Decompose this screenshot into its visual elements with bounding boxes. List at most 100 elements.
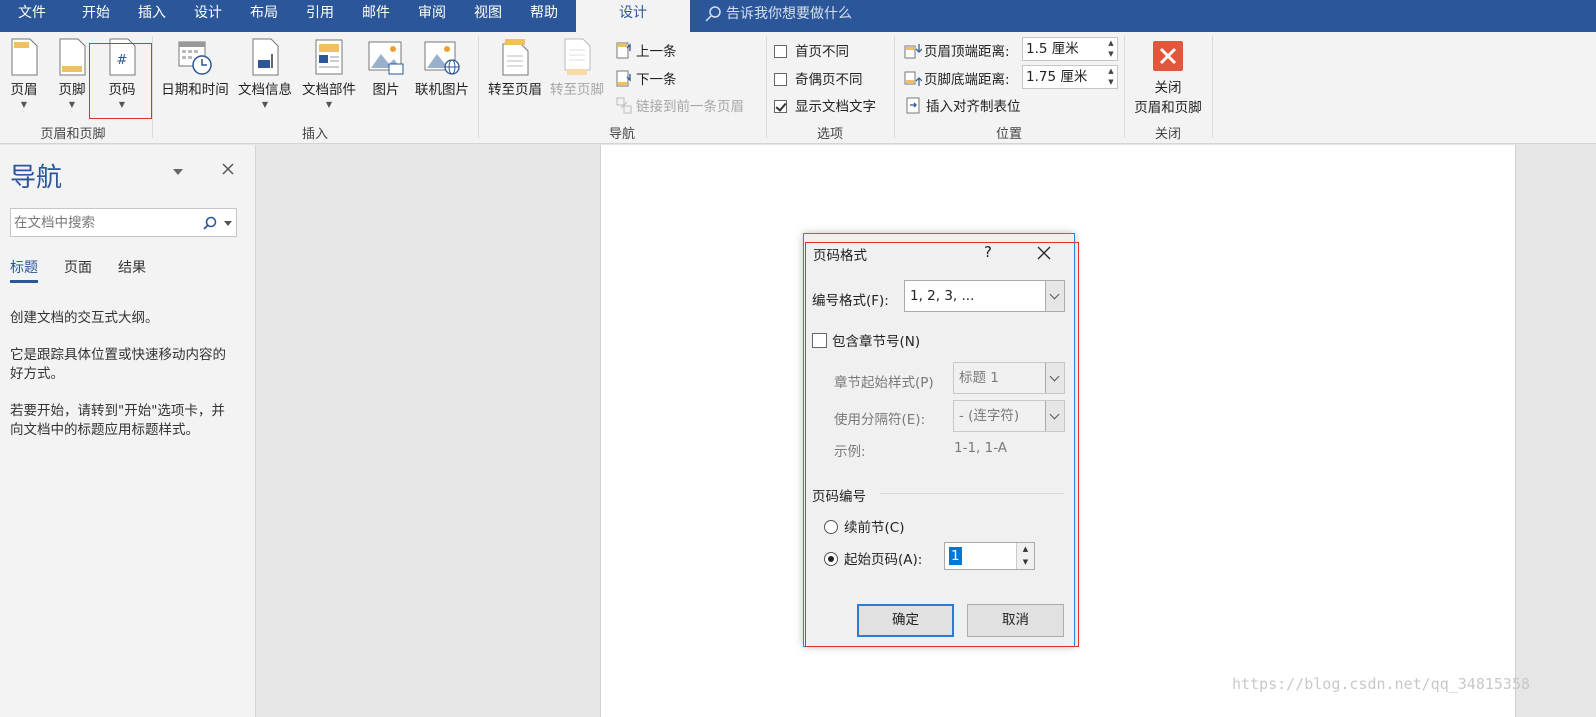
tab-help[interactable]: 帮助 [514, 0, 574, 32]
alignment-tab-icon [906, 97, 920, 114]
chapter-style-label: 章节起始样式(P) [834, 375, 934, 391]
quick-parts-button[interactable]: 文档部件 ▼ [298, 38, 360, 110]
nav-search-input[interactable] [11, 209, 191, 236]
dialog-close-button[interactable] [1037, 246, 1051, 264]
chapter-style-select[interactable]: 标题 1 [953, 362, 1065, 394]
insert-alignment-tab-button[interactable]: 插入对齐制表位 [906, 95, 1021, 115]
nav-tab-headings[interactable]: 标题 [10, 257, 38, 283]
header-top-distance-spinner[interactable]: 1.5 厘米 ▲ ▼ [1022, 37, 1118, 61]
chevron-down-icon: ▼ [68, 100, 76, 109]
link-icon [616, 97, 632, 114]
tab-mailings[interactable]: 邮件 [346, 0, 406, 32]
different-odd-even-checkbox[interactable]: 奇偶页不同 [774, 68, 863, 88]
header-top-distance-label: 页眉顶端距离: [904, 40, 1010, 60]
goto-header-button[interactable]: 转至页眉 [484, 38, 546, 98]
page-number-format-dialog: 页码格式 ? 编号格式(F): 1, 2, 3, ... 包含章节号(N) 章节… [803, 233, 1075, 647]
nav-close-button[interactable] [221, 162, 235, 180]
include-chapter-label: 包含章节号(N) [832, 334, 921, 350]
header-button[interactable]: 页眉 ▼ [4, 38, 44, 110]
number-format-select[interactable]: 1, 2, 3, ... [904, 280, 1065, 312]
start-at-radio[interactable]: 起始页码(A): [824, 548, 922, 568]
chevron-down-icon[interactable] [1045, 363, 1064, 393]
group-divider [1124, 36, 1125, 138]
tab-header-footer-design[interactable]: 设计 [576, 0, 690, 34]
spinner-arrows-icon[interactable]: ▲ ▼ [1016, 543, 1034, 569]
spinner-arrows-icon[interactable]: ▲ ▼ [1105, 66, 1117, 88]
close-icon [1037, 246, 1051, 260]
close-label-line2: 页眉和页脚 [1134, 100, 1202, 116]
group-divider [478, 36, 479, 138]
footer-bottom-distance-spinner[interactable]: 1.75 厘米 ▲ ▼ [1022, 65, 1118, 89]
spinner-arrows-icon[interactable]: ▲ ▼ [1105, 38, 1117, 60]
footer-button[interactable]: 页脚 ▼ [52, 38, 92, 110]
chevron-down-icon[interactable] [1045, 401, 1064, 431]
include-chapter-checkbox[interactable]: 包含章节号(N) [812, 330, 920, 350]
different-first-page-checkbox[interactable]: 首页不同 [774, 40, 849, 60]
chapter-style-value: 标题 1 [959, 370, 999, 386]
tab-references[interactable]: 引用 [290, 0, 350, 32]
close-icon [1153, 41, 1183, 71]
next-button[interactable]: 下一条 [616, 68, 677, 88]
picture-button[interactable]: 图片 [364, 38, 408, 98]
tell-me-box[interactable]: 告诉我你想要做什么 [704, 0, 852, 32]
group-divider [880, 493, 1064, 494]
radio-button[interactable] [824, 520, 838, 534]
picture-icon [368, 41, 404, 75]
dialog-title: 页码格式 [813, 248, 867, 264]
start-at-spinner[interactable]: 1 ▲ ▼ [944, 542, 1035, 570]
tab-insert[interactable]: 插入 [122, 0, 182, 32]
date-time-button[interactable]: 日期和时间 [156, 38, 234, 98]
tab-file[interactable]: 文件 [0, 0, 64, 32]
nav-tab-results[interactable]: 结果 [118, 257, 146, 277]
triangle-down-icon [173, 169, 183, 175]
goto-footer-button[interactable]: 转至页脚 [546, 38, 608, 98]
tab-home[interactable]: 开始 [66, 0, 126, 32]
page-number-label: 页码 [108, 82, 136, 98]
tab-layout[interactable]: 布局 [234, 0, 294, 32]
group-label-header-footer: 页眉和页脚 [40, 127, 106, 142]
tab-review[interactable]: 审阅 [402, 0, 462, 32]
number-format-label: 编号格式(F): [812, 293, 889, 309]
nav-tab-pages[interactable]: 页面 [64, 257, 92, 277]
dialog-help-button[interactable]: ? [984, 243, 992, 261]
footer-bottom-text: 页脚底端距离: [924, 72, 1010, 88]
show-document-text-label: 显示文档文字 [795, 99, 876, 115]
tab-view[interactable]: 视图 [458, 0, 518, 32]
number-format-value: 1, 2, 3, ... [910, 288, 975, 304]
link-previous-button[interactable]: 链接到前一条页眉 [616, 95, 744, 115]
close-header-footer-button[interactable]: 关闭 页眉和页脚 [1128, 40, 1208, 116]
checkbox-box-checked[interactable] [774, 100, 787, 113]
online-picture-icon [424, 41, 460, 75]
group-divider [1212, 36, 1213, 138]
ok-button[interactable]: 确定 [857, 604, 954, 637]
checkbox-box[interactable] [812, 333, 827, 348]
footer-label: 页脚 [58, 82, 86, 98]
chevron-down-icon[interactable] [224, 221, 232, 226]
chevron-down-icon: ▼ [325, 100, 333, 109]
continue-previous-radio[interactable]: 续前节(C) [824, 516, 904, 536]
navigation-pane: 导航 标题 页面 结果 创建文档的交互式大纲。 它是跟踪具体位置或快速移动内容的… [0, 145, 256, 717]
checkbox-box[interactable] [774, 45, 787, 58]
group-label-options: 选项 [816, 127, 843, 142]
previous-button[interactable]: 上一条 [616, 40, 677, 60]
different-odd-even-label: 奇偶页不同 [795, 72, 863, 88]
nav-options-dropdown[interactable] [172, 165, 186, 175]
start-at-value[interactable]: 1 [949, 547, 962, 565]
close-label-line1: 关闭 [1154, 80, 1182, 96]
show-document-text-checkbox[interactable]: 显示文档文字 [774, 95, 876, 115]
page-number-button[interactable]: # 页码 ▼ [100, 38, 144, 110]
group-label-insert: 插入 [301, 127, 328, 142]
document-info-button[interactable]: 文档信息 ▼ [234, 38, 296, 110]
tab-design-doc[interactable]: 设计 [178, 0, 238, 32]
radio-button-selected[interactable] [824, 552, 838, 566]
start-at-label: 起始页码(A): [844, 552, 923, 568]
online-picture-button[interactable]: 联机图片 [410, 38, 474, 98]
previous-label: 上一条 [636, 44, 677, 60]
cancel-button[interactable]: 取消 [967, 604, 1064, 637]
checkbox-box[interactable] [774, 73, 787, 86]
search-icon[interactable] [203, 216, 217, 230]
goto-footer-label: 转至页脚 [550, 82, 604, 98]
chevron-down-icon[interactable] [1045, 281, 1064, 311]
continue-previous-label: 续前节(C) [844, 520, 905, 536]
separator-select[interactable]: - (连字符) [953, 400, 1065, 432]
